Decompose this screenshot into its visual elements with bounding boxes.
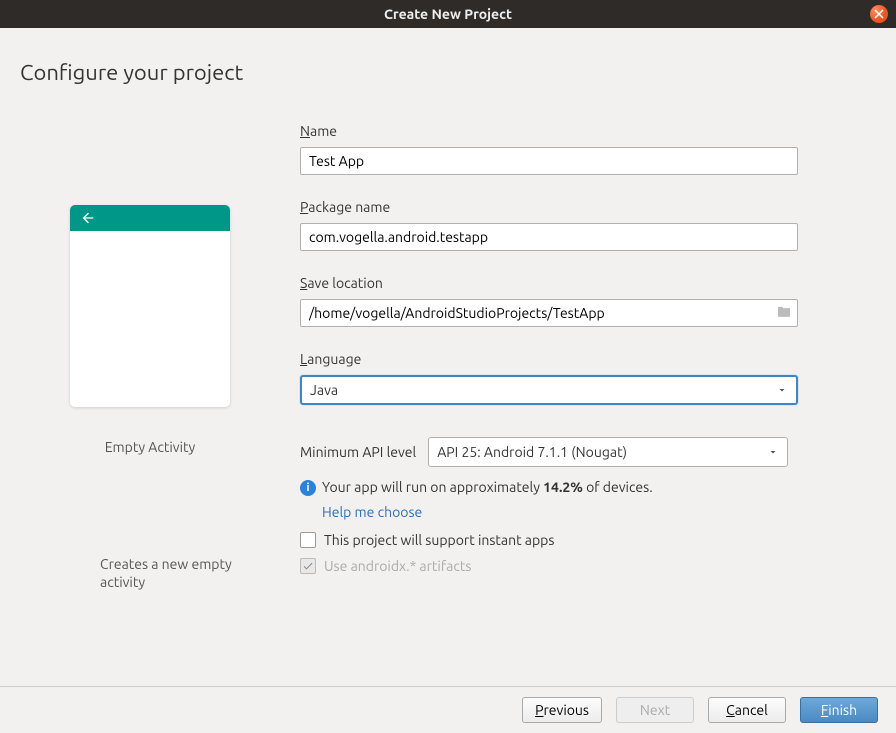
instant-apps-checkbox[interactable] bbox=[300, 532, 316, 548]
template-preview-column: Empty Activity Creates a new empty activ… bbox=[20, 115, 280, 686]
instant-apps-row: This project will support instant apps bbox=[300, 532, 876, 548]
window-title: Create New Project bbox=[384, 6, 512, 22]
instant-apps-label: This project will support instant apps bbox=[324, 532, 554, 548]
language-label: Language bbox=[300, 351, 876, 367]
androidx-label: Use androidx.* artifacts bbox=[324, 558, 471, 574]
save-location-input[interactable] bbox=[300, 299, 798, 327]
cancel-button[interactable]: Cancel bbox=[708, 697, 786, 723]
window-close-button[interactable] bbox=[870, 5, 888, 23]
template-preview bbox=[70, 205, 230, 407]
androidx-row: Use androidx.* artifacts bbox=[300, 558, 876, 574]
template-description: Creates a new empty activity bbox=[20, 555, 280, 591]
form-column: Name Package name Save location Language… bbox=[300, 115, 876, 686]
package-input[interactable] bbox=[300, 223, 798, 251]
folder-icon bbox=[776, 305, 792, 319]
api-select-value: API 25: Android 7.1.1 (Nougat) bbox=[437, 444, 627, 460]
androidx-checkbox bbox=[300, 558, 316, 574]
chevron-down-icon bbox=[767, 446, 779, 458]
name-input[interactable] bbox=[300, 147, 798, 175]
api-info-row: i Your app will run on approximately 14.… bbox=[300, 479, 876, 496]
language-select[interactable]: Java bbox=[300, 375, 798, 405]
language-select-value: Java bbox=[310, 382, 338, 398]
name-label: Name bbox=[300, 123, 876, 139]
template-preview-appbar bbox=[70, 205, 230, 231]
finish-button[interactable]: Finish bbox=[800, 697, 878, 723]
next-button: Next bbox=[616, 697, 694, 723]
api-label: Minimum API level bbox=[300, 444, 416, 460]
back-arrow-icon bbox=[80, 210, 96, 226]
close-icon bbox=[874, 9, 884, 19]
content-area: Empty Activity Creates a new empty activ… bbox=[0, 85, 896, 686]
package-label: Package name bbox=[300, 199, 876, 215]
api-row: Minimum API level API 25: Android 7.1.1 … bbox=[300, 437, 876, 467]
titlebar: Create New Project bbox=[0, 0, 896, 28]
footer-buttons: Previous Next Cancel Finish bbox=[0, 686, 896, 733]
api-select[interactable]: API 25: Android 7.1.1 (Nougat) bbox=[428, 437, 788, 467]
previous-button[interactable]: Previous bbox=[522, 697, 602, 723]
browse-folder-button[interactable] bbox=[776, 305, 792, 322]
help-me-choose-link[interactable]: Help me choose bbox=[322, 504, 876, 520]
template-name: Empty Activity bbox=[105, 439, 196, 455]
api-info-text: Your app will run on approximately 14.2%… bbox=[322, 479, 653, 495]
chevron-down-icon bbox=[776, 384, 788, 396]
info-icon: i bbox=[300, 480, 316, 496]
save-location-label: Save location bbox=[300, 275, 876, 291]
page-heading: Configure your project bbox=[0, 28, 896, 85]
